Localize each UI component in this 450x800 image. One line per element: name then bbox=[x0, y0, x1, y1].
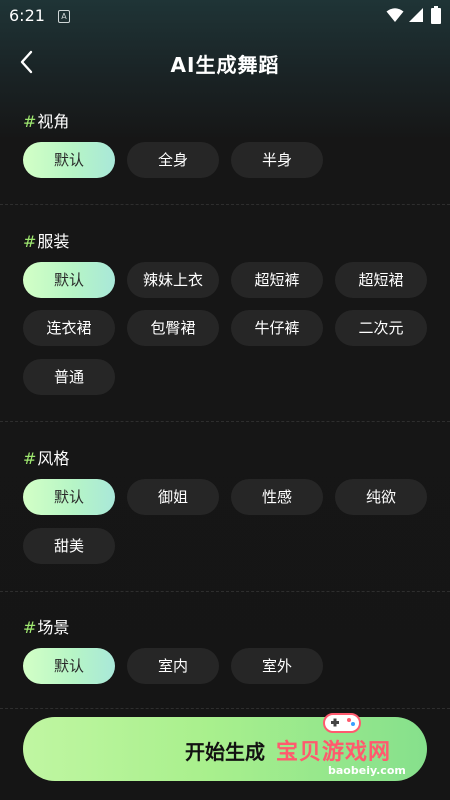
section-view-angle: #视角 默认 全身 半身 bbox=[0, 108, 450, 188]
section-title: #视角 bbox=[23, 108, 69, 132]
wifi-icon bbox=[386, 8, 404, 22]
hash-mark: # bbox=[23, 618, 37, 637]
section-title-label: 风格 bbox=[37, 449, 70, 468]
start-generate-label: 开始生成 bbox=[185, 740, 265, 764]
option-chip[interactable]: 辣妹上衣 bbox=[127, 262, 219, 298]
status-time: 6:21 bbox=[9, 6, 45, 25]
option-chip-selected[interactable]: 默认 bbox=[23, 142, 115, 178]
page-title: AI生成舞蹈 bbox=[170, 53, 280, 77]
section-title: #场景 bbox=[23, 614, 69, 638]
section-title: #服装 bbox=[23, 228, 69, 252]
section-title-label: 服装 bbox=[37, 232, 70, 251]
hash-mark: # bbox=[23, 449, 37, 468]
divider bbox=[0, 204, 450, 205]
option-chip[interactable]: 御姐 bbox=[127, 479, 219, 515]
option-chip[interactable]: 室内 bbox=[127, 648, 219, 684]
signal-icon bbox=[409, 8, 423, 22]
option-chip[interactable]: 普通 bbox=[23, 359, 115, 395]
section-title-label: 场景 bbox=[37, 618, 70, 637]
option-chip[interactable]: 全身 bbox=[127, 142, 219, 178]
divider bbox=[0, 421, 450, 422]
option-chip[interactable]: 性感 bbox=[231, 479, 323, 515]
battery-icon bbox=[431, 6, 441, 24]
app-notification-icon: A bbox=[58, 10, 70, 23]
option-chip-selected[interactable]: 默认 bbox=[23, 648, 115, 684]
option-chip[interactable]: 连衣裙 bbox=[23, 310, 115, 346]
option-chip[interactable]: 超短裤 bbox=[231, 262, 323, 298]
header: AI生成舞蹈 bbox=[0, 40, 450, 84]
hash-mark: # bbox=[23, 112, 37, 131]
option-chip[interactable]: 包臀裙 bbox=[127, 310, 219, 346]
option-chip[interactable]: 半身 bbox=[231, 142, 323, 178]
option-chip[interactable]: 室外 bbox=[231, 648, 323, 684]
screen: 6:21 A AI生成舞蹈 #视角 默认 全身 半身 #服装 默认 辣妹上衣 超… bbox=[0, 0, 450, 800]
option-chip[interactable]: 牛仔裤 bbox=[231, 310, 323, 346]
section-title-label: 视角 bbox=[37, 112, 70, 131]
option-chip[interactable]: 纯欲 bbox=[335, 479, 427, 515]
section-title: #风格 bbox=[23, 445, 69, 469]
option-chip[interactable]: 超短裙 bbox=[335, 262, 427, 298]
section-outfit: #服装 默认 辣妹上衣 超短裤 超短裙 连衣裙 包臀裙 牛仔裤 二次元 普通 bbox=[0, 228, 450, 398]
hash-mark: # bbox=[23, 232, 37, 251]
divider bbox=[0, 708, 450, 709]
option-chip-selected[interactable]: 默认 bbox=[23, 479, 115, 515]
option-chip[interactable]: 甜美 bbox=[23, 528, 115, 564]
option-chip-selected[interactable]: 默认 bbox=[23, 262, 115, 298]
option-chip[interactable]: 二次元 bbox=[335, 310, 427, 346]
section-style: #风格 默认 御姐 性感 纯欲 甜美 bbox=[0, 445, 450, 565]
status-bar: 6:21 A bbox=[0, 0, 450, 32]
start-generate-button[interactable]: 开始生成 bbox=[23, 717, 427, 781]
divider bbox=[0, 591, 450, 592]
section-scene: #场景 默认 室内 室外 bbox=[0, 614, 450, 694]
